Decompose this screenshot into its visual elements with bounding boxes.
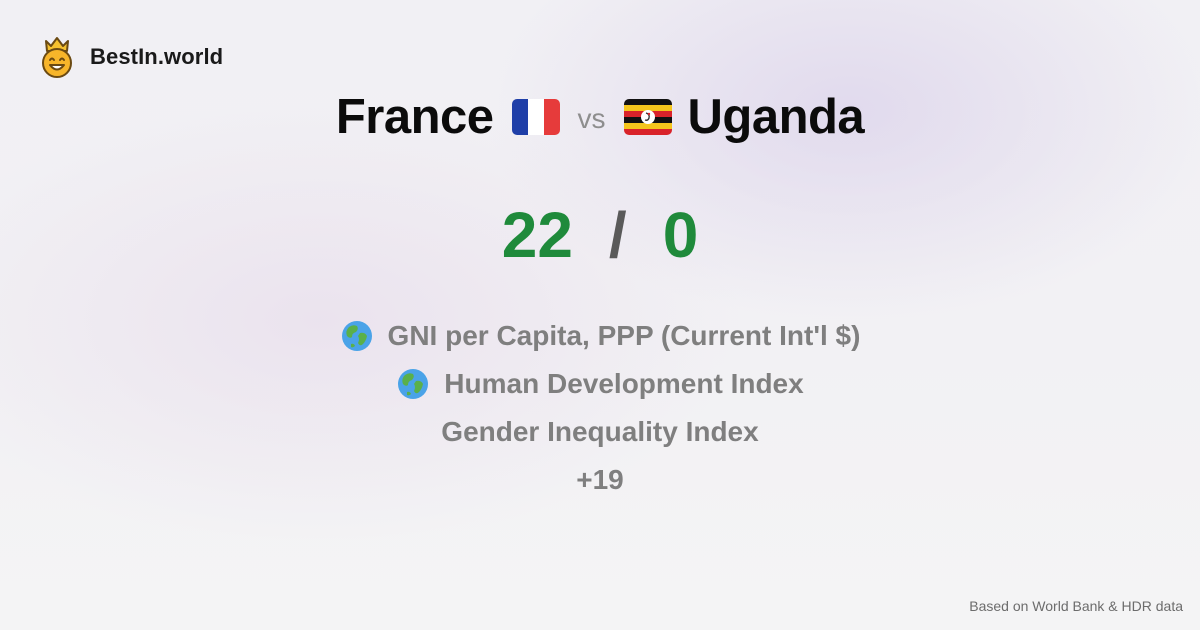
metric-item-hdi[interactable]: Human Development Index (396, 360, 804, 408)
globe-icon (398, 369, 429, 399)
crown-smiley-icon (42, 37, 72, 78)
brand-name: BestIn.world (90, 44, 224, 69)
metric-item-gii[interactable]: Gender Inequality Index (441, 408, 758, 456)
metric-list: GNI per Capita, PPP (Current Int'l $) Hu… (0, 312, 1200, 504)
metric-label: Human Development Index (444, 368, 804, 399)
brand[interactable]: BestIn.world (38, 34, 223, 80)
score: 22 / 0 (0, 190, 1200, 280)
more-metrics-count[interactable]: +19 (576, 456, 624, 504)
metric-label: GNI per Capita, PPP (Current Int'l $) (387, 320, 861, 351)
score-country-b: 0 (662, 199, 699, 271)
score-divider: / (608, 199, 627, 271)
score-country-a: 22 (501, 199, 573, 271)
vs-separator: vs (577, 103, 606, 134)
metric-item-gni[interactable]: GNI per Capita, PPP (Current Int'l $) (340, 312, 861, 360)
country-a-name: France (335, 90, 494, 144)
globe-icon (341, 321, 372, 351)
france-flag-icon (511, 99, 560, 135)
uganda-flag-icon (623, 99, 672, 135)
metric-label: Gender Inequality Index (441, 416, 759, 447)
country-b-name: Uganda (687, 90, 865, 144)
comparison-title: France vs Uganda (0, 84, 1200, 150)
source-note: Based on World Bank & HDR data (969, 598, 1183, 614)
